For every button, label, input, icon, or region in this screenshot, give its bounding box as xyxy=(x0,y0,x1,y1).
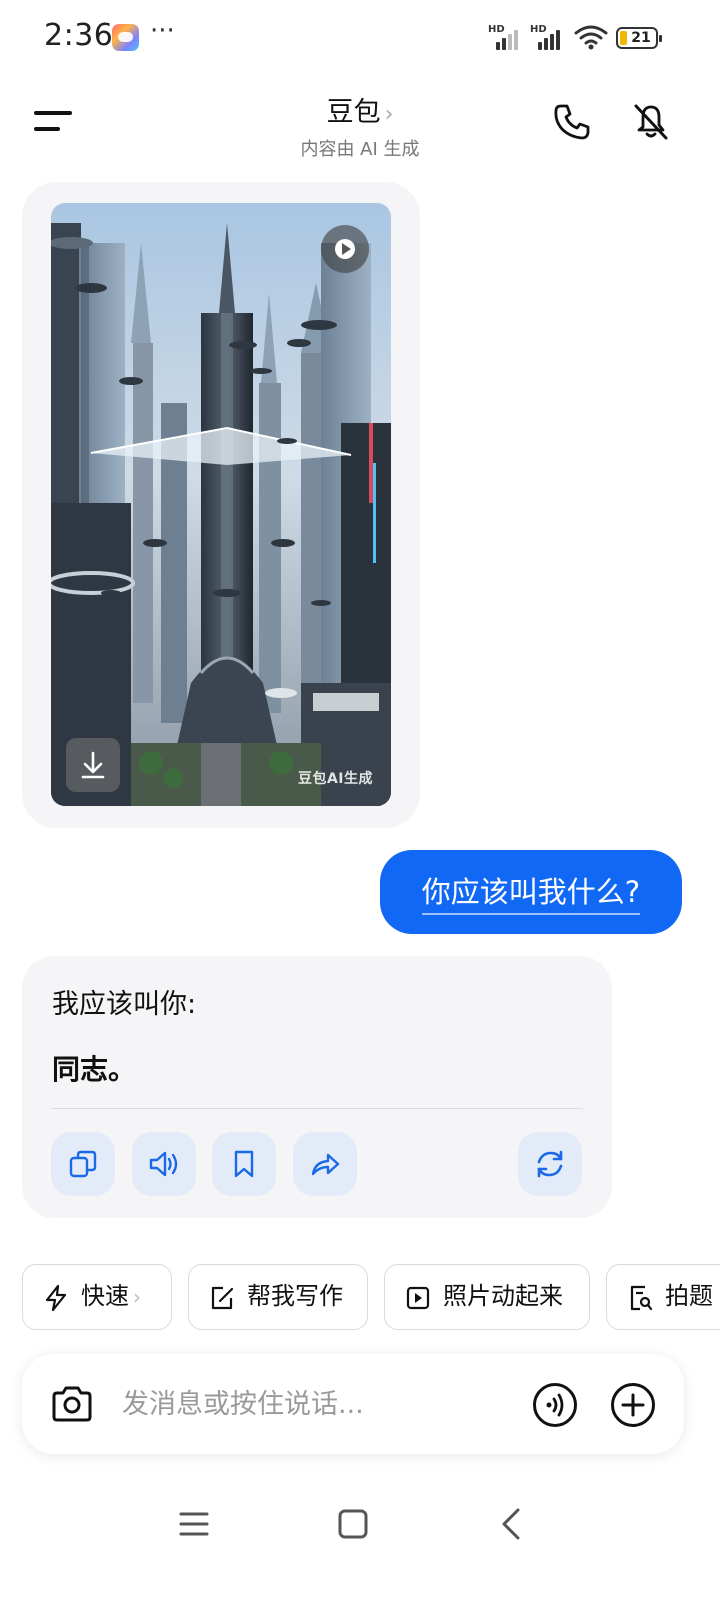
chip-help-write[interactable]: 帮我写作 xyxy=(188,1264,368,1330)
copy-button[interactable] xyxy=(51,1132,115,1196)
battery-icon: 21 xyxy=(616,27,662,49)
signal-hd-label: HD xyxy=(488,24,505,35)
message-input-bar xyxy=(22,1354,684,1454)
chat-title[interactable]: 豆包 xyxy=(327,90,381,129)
speaker-icon xyxy=(149,1151,178,1177)
chip-fast-mode[interactable]: 快速 › xyxy=(22,1264,172,1330)
divider xyxy=(51,1108,583,1109)
app-notification-icon xyxy=(112,24,139,51)
system-nav-bar xyxy=(0,1490,720,1560)
camera-icon[interactable] xyxy=(50,1384,94,1424)
copy-icon xyxy=(69,1150,97,1178)
battery-level: 21 xyxy=(631,30,651,46)
read-aloud-button[interactable] xyxy=(132,1132,196,1196)
chip-label: 帮我写作 xyxy=(247,1282,343,1310)
voice-call-icon[interactable] xyxy=(532,1382,578,1428)
regenerate-button[interactable] xyxy=(518,1132,582,1196)
user-message-bubble[interactable]: 你应该叫我什么? xyxy=(380,850,682,934)
back-chevron-icon[interactable] xyxy=(492,1504,532,1544)
chip-label: 快速 xyxy=(81,1282,129,1310)
share-arrow-icon xyxy=(311,1153,340,1176)
phone-call-icon[interactable] xyxy=(552,102,592,142)
status-bar: 2:36 ··· HD HD 21 xyxy=(0,0,720,76)
add-icon[interactable] xyxy=(610,1382,656,1428)
share-button[interactable] xyxy=(293,1132,357,1196)
message-input[interactable] xyxy=(122,1378,422,1430)
play-icon xyxy=(342,243,351,255)
chip-chevron-icon: › xyxy=(133,1285,141,1309)
download-icon xyxy=(81,751,105,779)
generated-city-image[interactable]: 豆包AI生成 xyxy=(51,203,391,806)
chat-title-area[interactable]: 豆包 › 内容由 AI 生成 xyxy=(0,90,720,161)
user-message-text: 你应该叫我什么? xyxy=(421,875,641,915)
chip-animate-photo[interactable]: 照片动起来 xyxy=(384,1264,590,1330)
chat-header: 豆包 › 内容由 AI 生成 xyxy=(0,80,720,170)
lightning-icon xyxy=(45,1284,67,1312)
play-square-icon xyxy=(406,1286,430,1310)
bookmark-icon xyxy=(234,1150,254,1178)
title-chevron-icon: › xyxy=(384,102,394,127)
bookmark-button[interactable] xyxy=(212,1132,276,1196)
doc-search-icon xyxy=(630,1285,653,1311)
refresh-icon xyxy=(537,1150,563,1178)
signal-hd-label: HD xyxy=(530,24,547,35)
ai-disclaimer: 内容由 AI 生成 xyxy=(300,139,420,160)
wifi-icon xyxy=(574,25,608,50)
signal-icon: HD xyxy=(530,24,564,50)
speaker-mute-icon[interactable] xyxy=(630,100,672,142)
edit-icon xyxy=(211,1286,234,1310)
home-square-icon[interactable] xyxy=(333,1504,373,1544)
more-notifications-icon: ··· xyxy=(150,16,175,46)
download-button[interactable] xyxy=(66,738,120,792)
bot-reply-line: 我应该叫你: xyxy=(52,989,197,1020)
play-video-button[interactable] xyxy=(321,225,369,273)
signal-icon: HD xyxy=(488,24,522,50)
recents-menu-icon[interactable] xyxy=(174,1504,214,1544)
status-time: 2:36 xyxy=(44,18,114,53)
quick-action-chips: 快速 › 帮我写作 照片动起来 拍题 xyxy=(0,1264,720,1332)
chip-label: 照片动起来 xyxy=(443,1282,563,1310)
bot-reply-answer: 同志。 xyxy=(52,1053,137,1086)
chip-photo-question[interactable]: 拍题 xyxy=(606,1264,720,1330)
ai-watermark: 豆包AI生成 xyxy=(297,771,373,787)
futuristic-city-illustration xyxy=(51,203,391,806)
bot-reply-card: 我应该叫你: 同志。 xyxy=(22,956,612,1218)
image-message-card: 豆包AI生成 xyxy=(22,182,420,828)
chip-label: 拍题 xyxy=(665,1282,713,1310)
